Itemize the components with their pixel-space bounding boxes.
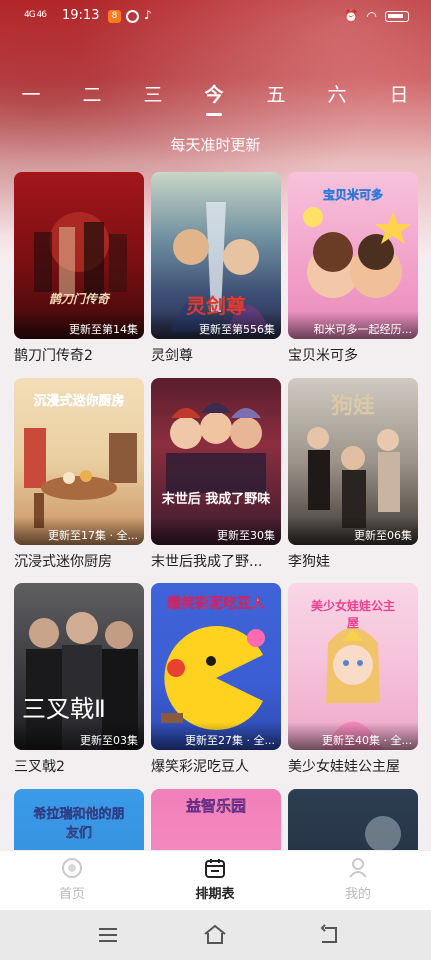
poster-title-art: 美少女娃娃公主屋 <box>310 599 395 630</box>
home-nav-icon[interactable] <box>202 922 228 948</box>
poster-title-art: 益智乐园 <box>185 797 246 815</box>
poster-title-art: 沉浸式迷你厨房 <box>33 394 125 409</box>
poster-title-art: 爆笑彩泥吃豆人 <box>167 596 266 613</box>
show-thumbnail: 灵剑尊 更新至第556集 <box>151 172 281 339</box>
show-thumbnail: 爆笑彩泥吃豆人 更新至27集 · 全... <box>151 583 281 750</box>
tab-day-today[interactable]: 今 <box>194 80 234 116</box>
show-grid: 鹊刀门传奇 更新至第14集 鹊刀门传奇2 灵剑尊 更新至第556集 灵剑尊 宝贝… <box>14 172 419 850</box>
episode-caption: 更新至03集 <box>14 722 144 750</box>
weekday-tabs: 一 二 三 今 五 六 日 <box>0 80 431 116</box>
show-thumbnail: 狗娃 更新至06集 <box>288 378 418 545</box>
episode-caption: 更新至17集 · 全... <box>14 517 144 545</box>
tab-day-wed[interactable]: 三 <box>133 80 173 107</box>
show-thumbnail: 三叉戟Ⅱ 更新至03集 <box>14 583 144 750</box>
poster-title-art: 末世后 我成了野味 <box>161 492 271 507</box>
show-thumbnail <box>288 789 418 850</box>
poster-title-art: 鹊刀门传奇 <box>48 292 109 306</box>
app-notification-icon: 8 <box>108 10 121 23</box>
poster-title-art: 宝贝米可多 <box>322 188 384 203</box>
signal-indicator: 4G 46 <box>24 10 47 20</box>
show-card[interactable]: 宝贝米可多 和米可多一起经历... 宝贝米可多 <box>288 172 418 365</box>
alarm-icon: ⏰ <box>343 9 359 23</box>
show-title: 爆笑彩泥吃豆人 <box>151 759 249 775</box>
show-thumbnail: 希拉瑞和他的朋友们 <box>14 789 144 850</box>
poster-title-art: 希拉瑞和他的朋友们 <box>33 807 125 841</box>
show-title: 宝贝米可多 <box>288 348 358 364</box>
battery-icon <box>385 10 409 22</box>
poster-art <box>365 816 401 850</box>
show-title: 灵剑尊 <box>151 348 193 364</box>
tab-home[interactable]: 首页 <box>32 857 112 902</box>
tab-day-sat[interactable]: 六 <box>317 80 357 107</box>
episode-caption: 和米可多一起经历... <box>288 311 418 339</box>
wifi-icon: ◠ <box>366 9 377 23</box>
status-bar: 4G 46 19:13 8 ♪ ⏰ ◠ <box>0 0 431 34</box>
show-card[interactable]: 美少女娃娃公主屋 更新至40集 · 全... 美少女娃娃公主屋 <box>288 583 418 776</box>
show-thumbnail: 美少女娃娃公主屋 更新至40集 · 全... <box>288 583 418 750</box>
show-title: 鹊刀门传奇2 <box>14 348 93 364</box>
show-card[interactable]: 爆笑彩泥吃豆人 更新至27集 · 全... 爆笑彩泥吃豆人 <box>151 583 281 776</box>
poster-title-art: 狗娃 <box>330 394 375 419</box>
tab-schedule-label: 排期表 <box>195 887 235 902</box>
schedule-subtitle: 每天准时更新 <box>170 136 261 154</box>
episode-caption: 更新至第14集 <box>14 311 144 339</box>
show-thumbnail: 鹊刀门传奇 更新至第14集 <box>14 172 144 339</box>
show-card[interactable]: 狗娃 更新至06集 李狗娃 <box>288 378 418 571</box>
profile-icon <box>347 857 369 879</box>
status-time: 19:13 <box>62 8 100 23</box>
show-card[interactable]: 鹊刀门传奇 更新至第14集 鹊刀门传奇2 <box>14 172 144 365</box>
tab-schedule[interactable]: 排期表 <box>175 857 255 902</box>
show-thumbnail: 宝贝米可多 和米可多一起经历... <box>288 172 418 339</box>
show-card[interactable]: 希拉瑞和他的朋友们 <box>14 789 144 850</box>
show-card[interactable]: 益智乐园 <box>151 789 281 850</box>
menu-icon[interactable] <box>95 922 121 948</box>
episode-caption: 更新至27集 · 全... <box>151 722 281 750</box>
show-thumbnail: 益智乐园 <box>151 789 281 850</box>
episode-caption: 更新至第556集 <box>151 311 281 339</box>
tab-day-fri[interactable]: 五 <box>256 80 296 107</box>
show-card[interactable]: 沉浸式迷你厨房 更新至17集 · 全... 沉浸式迷你厨房 <box>14 378 144 571</box>
tab-day-tue[interactable]: 二 <box>72 80 112 107</box>
tab-day-mon[interactable]: 一 <box>11 80 51 107</box>
episode-caption: 更新至06集 <box>288 517 418 545</box>
show-title: 末世后我成了野... <box>151 554 263 570</box>
show-card[interactable] <box>288 789 418 850</box>
tiktok-notification-icon: ♪ <box>144 8 152 22</box>
show-title: 沉浸式迷你厨房 <box>14 554 112 570</box>
back-icon[interactable] <box>316 922 342 948</box>
calendar-icon <box>204 857 226 879</box>
tab-profile[interactable]: 我的 <box>318 857 398 902</box>
system-nav-bar <box>0 910 431 960</box>
show-title: 三叉戟2 <box>14 759 65 775</box>
poster-title-art: 三叉戟Ⅱ <box>22 695 106 723</box>
tab-profile-label: 我的 <box>344 887 371 902</box>
episode-caption: 更新至30集 <box>151 517 281 545</box>
show-thumbnail: 沉浸式迷你厨房 更新至17集 · 全... <box>14 378 144 545</box>
episode-caption: 更新至40集 · 全... <box>288 722 418 750</box>
tab-home-label: 首页 <box>58 887 85 902</box>
home-icon <box>61 857 83 879</box>
show-card[interactable]: 末世后 我成了野味 更新至30集 末世后我成了野... <box>151 378 281 571</box>
show-title: 李狗娃 <box>288 554 330 570</box>
show-card[interactable]: 三叉戟Ⅱ 更新至03集 三叉戟2 <box>14 583 144 776</box>
sync-notification-icon <box>126 10 139 23</box>
status-right: ⏰ ◠ <box>344 9 409 23</box>
show-title: 美少女娃娃公主屋 <box>288 759 400 775</box>
tab-day-sun[interactable]: 日 <box>379 80 419 107</box>
show-thumbnail: 末世后 我成了野味 更新至30集 <box>151 378 281 545</box>
show-card[interactable]: 灵剑尊 更新至第556集 灵剑尊 <box>151 172 281 365</box>
bottom-tab-bar: 首页 排期表 我的 <box>0 850 431 910</box>
